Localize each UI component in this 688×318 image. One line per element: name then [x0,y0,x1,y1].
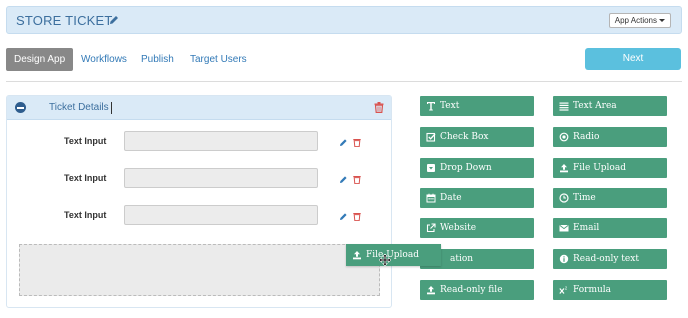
palette-text-area-button[interactable]: Text Area [553,96,667,116]
trash-icon[interactable] [353,212,361,221]
tab-target-users[interactable]: Target Users [190,48,247,71]
palette-label: Website [440,223,477,233]
checkbox-icon [426,132,436,142]
dropdown-icon [427,164,435,172]
tab-design-app[interactable]: Design App [6,48,74,71]
palette-radio-button[interactable]: Radio [553,127,667,147]
palette-checkbox-button[interactable]: Check Box [420,127,534,147]
palette-label: ation [450,254,474,264]
pencil-icon[interactable] [108,14,120,26]
palette-formula-button[interactable]: 2 Formula [553,280,667,300]
external-link-icon [426,223,436,233]
radio-icon [559,132,569,142]
tab-workflows[interactable]: Workflows [81,48,127,71]
palette-label: Date [440,193,462,203]
move-cursor-icon [379,254,391,266]
pencil-icon[interactable] [339,138,348,147]
svg-text:2: 2 [565,286,568,291]
calendar-icon [426,193,436,203]
next-button[interactable]: Next [585,48,681,70]
palette-website-button[interactable]: Website [420,218,534,238]
palette-label: Drop Down [440,163,492,173]
trash-icon[interactable] [353,175,361,184]
drag-ghost-label: File Upload [366,250,419,260]
dragged-file-upload-item[interactable]: File Upload [346,244,441,266]
text-input-field[interactable] [124,168,318,188]
form-section-panel: Ticket Details Text Input Text Input Tex… [6,95,392,308]
app-actions-dropdown[interactable]: App Actions [608,13,671,28]
text-input-field[interactable] [124,131,318,151]
pencil-icon[interactable] [339,175,348,184]
palette-read-only-text-button[interactable]: Read-only text [553,249,667,269]
palette-dropdown-button[interactable]: Drop Down [420,158,534,178]
section-title[interactable]: Ticket Details [49,102,109,113]
palette-label: Time [573,193,596,203]
minus-circle-icon[interactable] [15,102,26,113]
palette-label: Read-only file [440,285,503,295]
palette-label: Text Area [573,101,617,111]
tab-publish[interactable]: Publish [141,48,174,71]
palette-read-only-file-button[interactable]: Read-only file [420,280,534,300]
caret-down-icon [659,19,665,23]
palette-email-button[interactable]: Email [553,218,667,238]
text-input-field[interactable] [124,205,318,225]
trash-icon[interactable] [353,138,361,147]
field-label: Text Input [64,136,107,146]
app-designer-page: STORE TICKET App Actions Design App Work… [0,0,688,318]
palette-file-upload-button[interactable]: File Upload [553,158,667,178]
palette-label: Formula [573,285,612,295]
upload-icon [427,286,435,295]
envelope-icon [559,225,569,232]
upload-icon [560,164,568,173]
palette-text-button[interactable]: Text [420,96,534,116]
palette-label: Email [573,223,600,233]
trash-icon[interactable] [374,102,384,113]
pencil-icon[interactable] [339,212,348,221]
app-title: STORE TICKET [16,13,113,28]
clock-icon [559,193,569,203]
palette-label: Check Box [440,132,489,142]
palette-date-button[interactable]: Date [420,188,534,208]
palette-time-button[interactable]: Time [553,188,667,208]
field-label: Text Input [64,173,107,183]
palette-label: File Upload [573,163,626,173]
field-label: Text Input [64,210,107,220]
upload-icon [353,251,361,260]
divider [6,81,682,82]
superscript-icon: 2 [559,286,568,294]
text-icon [427,102,435,111]
palette-label: Text [440,101,460,111]
palette-label: Radio [573,132,600,142]
app-header: STORE TICKET App Actions [6,6,682,34]
field-drop-zone[interactable] [19,244,380,296]
text-caret [111,102,112,114]
section-header: Ticket Details [7,96,391,120]
palette-label: Read-only text [573,254,639,264]
text-area-icon [559,102,569,111]
info-icon [559,254,569,264]
app-actions-label: App Actions [614,16,657,25]
